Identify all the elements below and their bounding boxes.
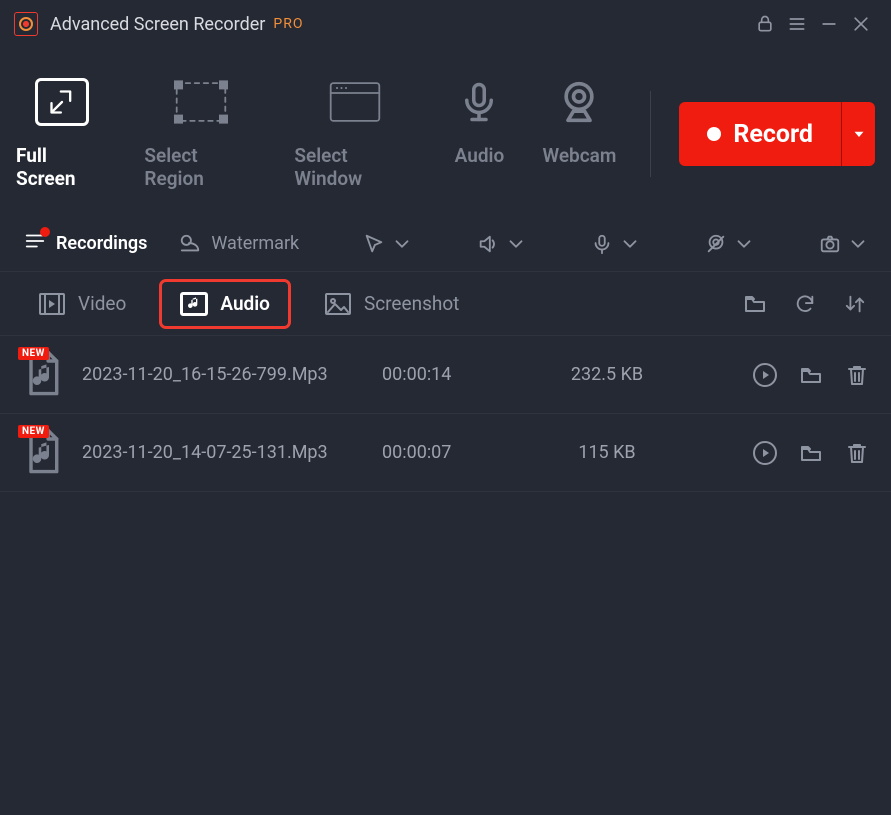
titlebar: Advanced Screen Recorder PRO	[0, 0, 891, 48]
new-badge: NEW	[18, 425, 49, 438]
microphone-icon	[452, 78, 506, 126]
file-duration: 00:00:07	[382, 442, 532, 463]
record-button[interactable]: Record	[679, 102, 841, 166]
mode-label: Audio	[455, 144, 505, 167]
tab-audio[interactable]: Audio	[162, 282, 288, 326]
record-button-label: Record	[733, 120, 813, 149]
tab-label: Video	[78, 292, 126, 315]
mode-full-screen[interactable]: Full Screen	[16, 78, 108, 190]
new-badge: NEW	[18, 347, 49, 360]
app-logo	[14, 12, 38, 36]
menu-icon[interactable]	[781, 8, 813, 40]
speaker-icon	[477, 233, 499, 255]
cursor-icon	[363, 233, 385, 255]
option-microphone[interactable]	[591, 233, 641, 255]
file-name: 2023-11-20_16-15-26-799.Mp3	[82, 364, 382, 385]
mode-label: Full Screen	[16, 144, 108, 190]
tab-label: Audio	[220, 292, 270, 315]
webcam-off-icon	[705, 233, 727, 255]
option-webcam[interactable]	[705, 233, 755, 255]
lock-icon[interactable]	[749, 8, 781, 40]
play-button[interactable]	[753, 441, 777, 465]
mode-webcam[interactable]: Webcam	[542, 78, 616, 190]
open-folder-button[interactable]	[739, 288, 771, 320]
mode-select-region[interactable]: Select Region	[144, 78, 258, 190]
microphone-icon	[591, 233, 613, 255]
file-size: 232.5 KB	[532, 364, 682, 385]
list-item[interactable]: NEW 2023-11-20_14-07-25-131.Mp3 00:00:07…	[0, 414, 891, 492]
chevron-down-icon	[733, 233, 755, 255]
option-camera[interactable]	[819, 233, 869, 255]
minimize-icon[interactable]	[813, 8, 845, 40]
mode-label: Select Window	[294, 144, 416, 190]
screenshot-icon	[324, 292, 352, 316]
separator	[650, 91, 651, 177]
record-dropdown[interactable]	[841, 102, 875, 166]
recordings-list: NEW 2023-11-20_16-15-26-799.Mp3 00:00:14…	[0, 336, 891, 492]
notification-dot-icon	[40, 227, 50, 237]
tab-label: Screenshot	[364, 292, 459, 315]
delete-button[interactable]	[845, 441, 869, 465]
mode-bar: Full Screen Select Region Select Window …	[0, 48, 891, 212]
select-window-icon	[328, 78, 382, 126]
mode-label: Webcam	[542, 144, 616, 167]
mode-label: Select Region	[144, 144, 258, 190]
audio-icon	[180, 292, 208, 316]
mode-audio[interactable]: Audio	[452, 78, 506, 190]
tab-video[interactable]: Video	[20, 282, 144, 326]
tabs-bar: Video Audio Screenshot	[0, 272, 891, 336]
tab-screenshot[interactable]: Screenshot	[306, 282, 477, 326]
close-icon[interactable]	[845, 8, 877, 40]
chevron-down-icon	[619, 233, 641, 255]
open-location-button[interactable]	[799, 441, 823, 465]
file-duration: 00:00:14	[382, 364, 532, 385]
webcam-icon	[552, 78, 606, 126]
option-cursor[interactable]	[363, 233, 413, 255]
list-item[interactable]: NEW 2023-11-20_16-15-26-799.Mp3 00:00:14…	[0, 336, 891, 414]
option-label: Watermark	[211, 233, 299, 254]
file-size: 115 KB	[532, 442, 682, 463]
select-region-icon	[174, 78, 228, 126]
mode-select-window[interactable]: Select Window	[294, 78, 416, 190]
option-recordings[interactable]: Recordings	[24, 230, 147, 257]
full-screen-icon	[35, 78, 89, 126]
video-icon	[38, 292, 66, 316]
file-name: 2023-11-20_14-07-25-131.Mp3	[82, 442, 382, 463]
refresh-button[interactable]	[789, 288, 821, 320]
chevron-down-icon	[847, 233, 869, 255]
sort-button[interactable]	[839, 288, 871, 320]
options-bar: Recordings Watermark	[0, 216, 891, 272]
record-dot-icon	[707, 127, 721, 141]
open-location-button[interactable]	[799, 363, 823, 387]
option-speaker[interactable]	[477, 233, 527, 255]
play-button[interactable]	[753, 363, 777, 387]
option-label: Recordings	[56, 233, 147, 254]
app-name: Advanced Screen Recorder	[50, 14, 265, 35]
chevron-down-icon	[391, 233, 413, 255]
delete-button[interactable]	[845, 363, 869, 387]
camera-icon	[819, 233, 841, 255]
option-watermark[interactable]: Watermark	[179, 233, 299, 255]
app-pro-badge: PRO	[273, 16, 303, 32]
chevron-down-icon	[505, 233, 527, 255]
